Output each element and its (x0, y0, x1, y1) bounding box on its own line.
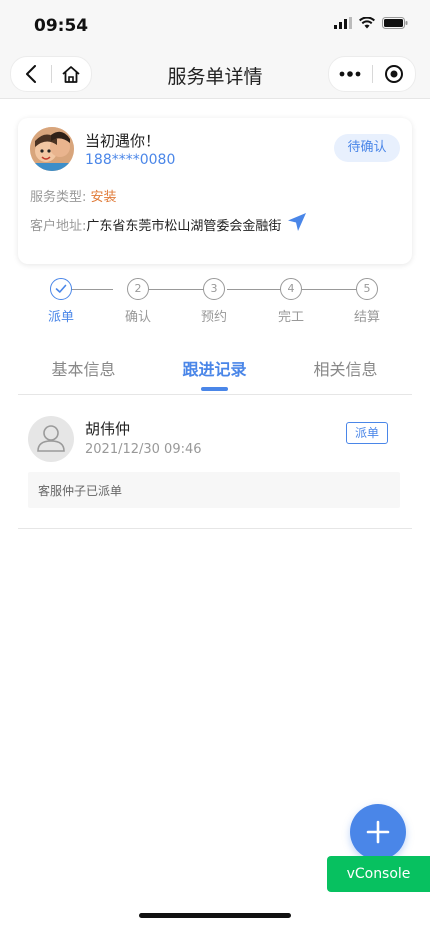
customer-phone[interactable]: 188****0080 (85, 152, 175, 168)
navigate-button[interactable] (287, 212, 307, 236)
user-avatar-icon (28, 416, 74, 462)
step-number: 4 (280, 278, 302, 300)
follow-up-record: 胡伟仲 2021/12/30 09:46 派单 客服仲子已派单 (18, 404, 412, 529)
navigation-bar: 服务单详情 (0, 50, 430, 99)
step-complete: 4 完工 (267, 278, 315, 325)
step-number: 5 (356, 278, 378, 300)
active-tab-indicator (201, 387, 228, 391)
battery-icon (382, 17, 408, 29)
signal-icon (334, 17, 352, 29)
record-content: 客服仲子已派单 (38, 484, 123, 498)
step-dispatch: 派单 (37, 278, 85, 325)
step-number: 2 (127, 278, 149, 300)
record-author: 胡伟仲 (85, 420, 131, 438)
more-icon (339, 71, 361, 77)
order-card: 当初遇你！ 188****0080 待确认 服务类型: 安装 客户地址: 广东省… (18, 118, 412, 264)
add-button[interactable] (350, 804, 406, 860)
close-miniprogram-button[interactable] (373, 57, 416, 91)
address-label: 客户地址: (30, 218, 87, 234)
status-badge: 待确认 (334, 134, 400, 162)
customer-avatar (30, 127, 74, 171)
record-content-box: 客服仲子已派单 (28, 472, 400, 508)
step-label: 结算 (353, 310, 380, 325)
address-row: 客户地址: 广东省东莞市松山湖管委会金融街 (30, 212, 307, 236)
customer-name: 当初遇你！ (85, 132, 161, 150)
tab-follow-up-records[interactable]: 跟进记录 (149, 356, 280, 380)
record-type-badge: 派单 (346, 422, 388, 444)
plus-icon (366, 820, 390, 844)
step-label: 预约 (200, 310, 227, 325)
wifi-icon (359, 17, 375, 29)
service-type-value: 安装 (90, 190, 117, 205)
vconsole-button[interactable]: vConsole (327, 856, 430, 892)
progress-steps: 派单 2 确认 3 预约 4 完工 5 结算 (22, 278, 408, 328)
status-time: 09:54 (34, 16, 89, 36)
navigation-arrow-icon (288, 213, 307, 231)
step-done-icon (50, 278, 72, 300)
service-type-row: 服务类型: 安装 (30, 186, 117, 205)
target-icon (384, 65, 403, 83)
step-label: 派单 (47, 310, 74, 325)
tab-related-info[interactable]: 相关信息 (280, 356, 411, 380)
record-time: 2021/12/30 09:46 (85, 442, 202, 457)
tab-basic-info[interactable]: 基本信息 (18, 356, 149, 380)
step-settlement: 5 结算 (343, 278, 391, 325)
step-number: 3 (203, 278, 225, 300)
step-label: 完工 (277, 310, 304, 325)
nav-right-capsule (328, 56, 416, 92)
address-value: 广东省东莞市松山湖管委会金融街 (86, 218, 282, 234)
service-type-label: 服务类型: (30, 190, 87, 205)
step-label: 确认 (124, 310, 151, 325)
status-icons (334, 17, 408, 29)
home-indicator (139, 913, 291, 918)
step-appointment: 3 预约 (190, 278, 238, 325)
status-bar: 09:54 (0, 0, 430, 50)
more-button[interactable] (329, 57, 372, 91)
tab-bar: 基本信息 跟进记录 相关信息 (18, 346, 412, 395)
step-confirm: 2 确认 (114, 278, 162, 325)
